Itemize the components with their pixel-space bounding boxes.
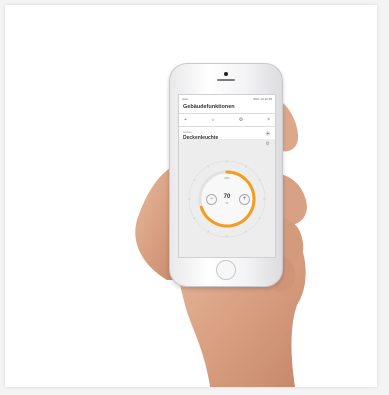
sun-icon[interactable]: ☼ bbox=[211, 117, 216, 123]
dimmer-panel: ⚙ 60% − 70 % + bbox=[179, 139, 275, 257]
increase-button[interactable]: + bbox=[239, 194, 250, 205]
close-icon[interactable]: × bbox=[267, 117, 270, 123]
dimmer-unit: % bbox=[225, 201, 229, 205]
app-screen: vitec 90% 13:12 55 Gebäudefunktionen + ☼… bbox=[178, 94, 276, 258]
speaker-grille bbox=[217, 79, 235, 81]
lightbulb-icon: ☀ bbox=[264, 131, 271, 138]
home-button[interactable] bbox=[216, 260, 236, 280]
dial-top-label: 60% bbox=[224, 177, 230, 180]
dimmer-value: 70 bbox=[223, 194, 231, 200]
time-label: 13:12 55 bbox=[260, 97, 272, 101]
settings-icon[interactable]: ⚙ bbox=[239, 117, 243, 123]
battery-label: 90% bbox=[253, 97, 260, 101]
page-title: Gebäudefunktionen bbox=[179, 102, 275, 114]
carrier-label: vitec bbox=[182, 97, 189, 101]
decrease-button[interactable]: − bbox=[206, 194, 217, 205]
camera-icon bbox=[224, 72, 228, 76]
room-label: Stehen bbox=[183, 130, 192, 134]
plus-icon[interactable]: + bbox=[184, 117, 187, 123]
status-bar: vitec 90% 13:12 55 bbox=[179, 95, 275, 102]
photo-frame: vitec 90% 13:12 55 Gebäudefunktionen + ☼… bbox=[5, 5, 377, 387]
function-toolbar: + ☼ ⚙ × bbox=[179, 114, 275, 127]
smartphone: vitec 90% 13:12 55 Gebäudefunktionen + ☼… bbox=[169, 63, 283, 287]
